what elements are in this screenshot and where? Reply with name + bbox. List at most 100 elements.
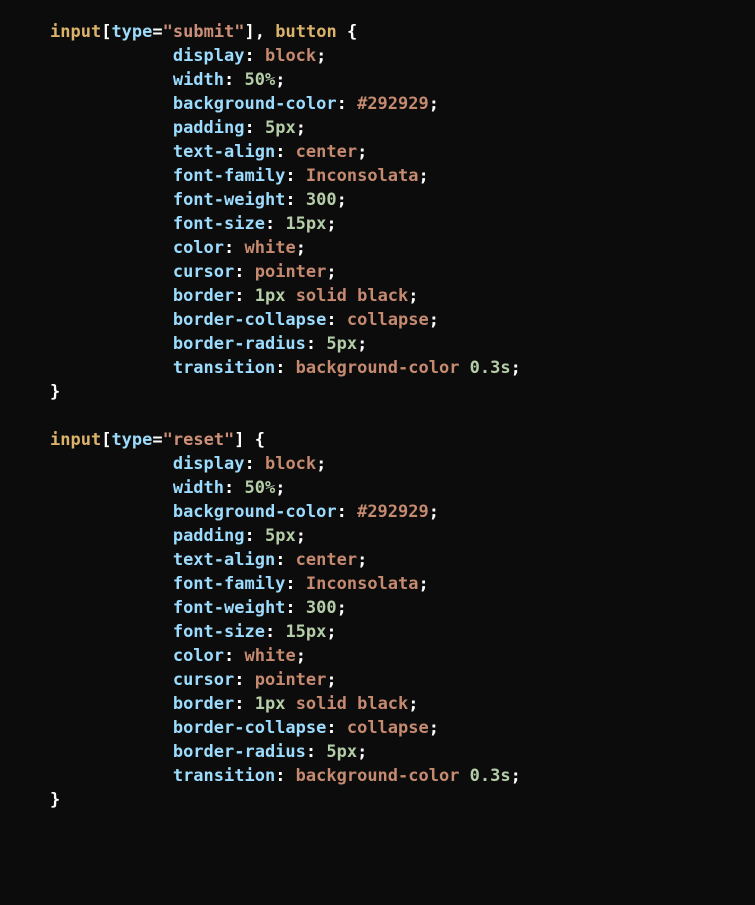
semicolon: ; bbox=[429, 718, 439, 738]
css-value: #292929 bbox=[357, 502, 429, 522]
css-property: font-family bbox=[173, 166, 286, 186]
css-property: font-weight bbox=[173, 190, 286, 210]
colon: : bbox=[306, 334, 326, 354]
bracket-close: ] bbox=[234, 430, 244, 450]
css-number: 5px bbox=[265, 526, 296, 546]
colon: : bbox=[285, 190, 305, 210]
css-number: 5px bbox=[326, 742, 357, 762]
css-property: font-size bbox=[173, 622, 265, 642]
semicolon: ; bbox=[429, 94, 439, 114]
selector-tag: input bbox=[50, 22, 101, 42]
css-number: 50% bbox=[245, 478, 276, 498]
brace-close: } bbox=[50, 382, 60, 402]
semicolon: ; bbox=[419, 166, 429, 186]
colon: : bbox=[224, 70, 244, 90]
colon: : bbox=[244, 118, 264, 138]
css-value: block bbox=[265, 46, 316, 66]
colon: : bbox=[244, 46, 264, 66]
space bbox=[337, 22, 347, 42]
css-number: 1px bbox=[255, 694, 296, 714]
selector-tag: button bbox=[275, 22, 336, 42]
css-value: solid black bbox=[296, 694, 409, 714]
css-number: 0.3s bbox=[470, 358, 511, 378]
colon: : bbox=[285, 574, 305, 594]
semicolon: ; bbox=[275, 478, 285, 498]
colon: : bbox=[234, 670, 254, 690]
css-property: text-align bbox=[173, 550, 275, 570]
semicolon: ; bbox=[429, 502, 439, 522]
css-property: border bbox=[173, 694, 234, 714]
css-number: 0.3s bbox=[470, 766, 511, 786]
css-property: border-collapse bbox=[173, 310, 327, 330]
colon: : bbox=[306, 742, 326, 762]
css-property: border-radius bbox=[173, 334, 306, 354]
bracket-open: [ bbox=[101, 430, 111, 450]
semicolon: ; bbox=[357, 742, 367, 762]
comma: , bbox=[255, 22, 275, 42]
colon: : bbox=[337, 94, 357, 114]
css-number: 5px bbox=[265, 118, 296, 138]
colon: : bbox=[265, 214, 285, 234]
colon: : bbox=[275, 766, 295, 786]
colon: : bbox=[244, 454, 264, 474]
semicolon: ; bbox=[326, 214, 336, 234]
css-property: cursor bbox=[173, 670, 234, 690]
css-value: collapse bbox=[347, 718, 429, 738]
css-property: color bbox=[173, 238, 224, 258]
css-number: 300 bbox=[306, 190, 337, 210]
semicolon: ; bbox=[408, 694, 418, 714]
css-value: block bbox=[265, 454, 316, 474]
bracket-open: [ bbox=[101, 22, 111, 42]
semicolon: ; bbox=[316, 454, 326, 474]
css-value: pointer bbox=[255, 670, 327, 690]
css-property: transition bbox=[173, 766, 275, 786]
css-value: center bbox=[296, 550, 357, 570]
semicolon: ; bbox=[296, 238, 306, 258]
css-number: 15px bbox=[285, 622, 326, 642]
code-block: input[type="submit"], button { display: … bbox=[0, 0, 755, 812]
selector-attr-name: type bbox=[111, 430, 152, 450]
css-value: Inconsolata bbox=[306, 574, 419, 594]
css-value: background-color bbox=[296, 766, 470, 786]
colon: : bbox=[224, 238, 244, 258]
colon: : bbox=[326, 718, 346, 738]
selector-attr-value: "reset" bbox=[163, 430, 235, 450]
semicolon: ; bbox=[337, 190, 347, 210]
space bbox=[245, 430, 255, 450]
colon: : bbox=[275, 142, 295, 162]
css-number: 5px bbox=[326, 334, 357, 354]
colon: : bbox=[244, 526, 264, 546]
css-value: white bbox=[245, 238, 296, 258]
css-value: solid black bbox=[296, 286, 409, 306]
css-property: border bbox=[173, 286, 234, 306]
css-property: font-weight bbox=[173, 598, 286, 618]
semicolon: ; bbox=[275, 70, 285, 90]
css-property: display bbox=[173, 46, 245, 66]
colon: : bbox=[224, 646, 244, 666]
css-property: display bbox=[173, 454, 245, 474]
css-property: background-color bbox=[173, 502, 337, 522]
css-property: color bbox=[173, 646, 224, 666]
semicolon: ; bbox=[511, 766, 521, 786]
css-property: padding bbox=[173, 526, 245, 546]
colon: : bbox=[326, 310, 346, 330]
css-value: background-color bbox=[296, 358, 470, 378]
css-value: center bbox=[296, 142, 357, 162]
semicolon: ; bbox=[296, 646, 306, 666]
selector-attr-name: type bbox=[111, 22, 152, 42]
css-property: padding bbox=[173, 118, 245, 138]
brace-close: } bbox=[50, 790, 60, 810]
selector-tag: input bbox=[50, 430, 101, 450]
css-value: collapse bbox=[347, 310, 429, 330]
semicolon: ; bbox=[337, 598, 347, 618]
semicolon: ; bbox=[357, 142, 367, 162]
semicolon: ; bbox=[326, 262, 336, 282]
selector-attr-value: "submit" bbox=[163, 22, 245, 42]
colon: : bbox=[234, 694, 254, 714]
semicolon: ; bbox=[408, 286, 418, 306]
semicolon: ; bbox=[511, 358, 521, 378]
css-property: width bbox=[173, 478, 224, 498]
colon: : bbox=[234, 262, 254, 282]
semicolon: ; bbox=[429, 310, 439, 330]
semicolon: ; bbox=[316, 46, 326, 66]
